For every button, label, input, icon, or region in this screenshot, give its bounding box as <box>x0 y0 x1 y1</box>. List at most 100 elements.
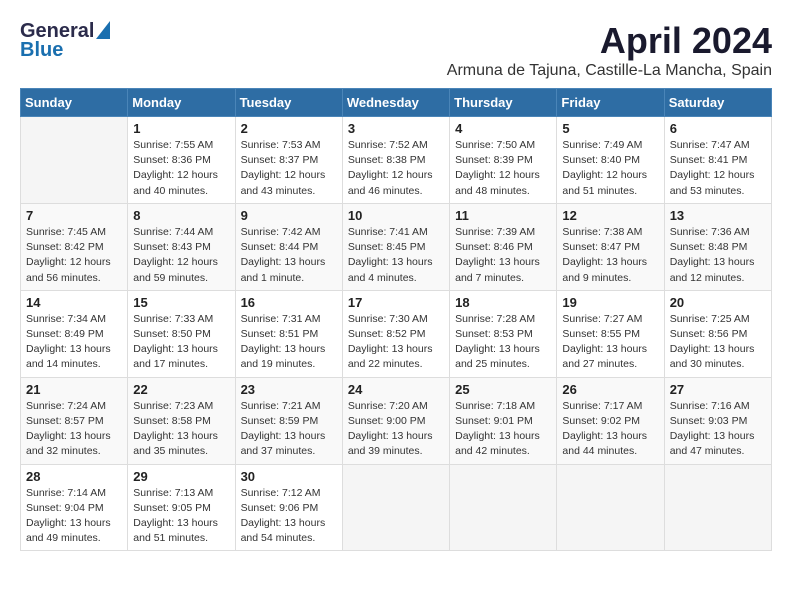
weekday-header: Thursday <box>450 89 557 117</box>
day-number: 14 <box>26 295 122 310</box>
day-number: 5 <box>562 121 658 136</box>
day-info: Sunrise: 7:30 AMSunset: 8:52 PMDaylight:… <box>348 312 444 373</box>
weekday-header: Monday <box>128 89 235 117</box>
calendar-cell: 19Sunrise: 7:27 AMSunset: 8:55 PMDayligh… <box>557 290 664 377</box>
logo: General Blue <box>20 20 110 62</box>
day-number: 3 <box>348 121 444 136</box>
day-info: Sunrise: 7:36 AMSunset: 8:48 PMDaylight:… <box>670 225 766 286</box>
logo-blue: Blue <box>20 39 63 62</box>
day-number: 15 <box>133 295 229 310</box>
day-number: 1 <box>133 121 229 136</box>
calendar-cell <box>21 117 128 204</box>
day-number: 23 <box>241 382 337 397</box>
day-info: Sunrise: 7:47 AMSunset: 8:41 PMDaylight:… <box>670 138 766 199</box>
day-info: Sunrise: 7:55 AMSunset: 8:36 PMDaylight:… <box>133 138 229 199</box>
calendar-cell <box>450 464 557 551</box>
day-info: Sunrise: 7:18 AMSunset: 9:01 PMDaylight:… <box>455 399 551 460</box>
calendar-cell <box>557 464 664 551</box>
day-info: Sunrise: 7:39 AMSunset: 8:46 PMDaylight:… <box>455 225 551 286</box>
calendar-cell: 26 Sunrise: 7:17 AMSunset: 9:02 PMDayligh… <box>557 377 664 464</box>
month-title: April 2024 <box>447 20 772 62</box>
calendar-cell: 30 Sunrise: 7:12 AMSunset: 9:06 PMDayligh… <box>235 464 342 551</box>
calendar-cell: 6 Sunrise: 7:47 AMSunset: 8:41 PMDaylight… <box>664 117 771 204</box>
day-info: Sunrise: 7:17 AMSunset: 9:02 PMDaylight:… <box>562 399 658 460</box>
calendar-cell: 29 Sunrise: 7:13 AMSunset: 9:05 PMDayligh… <box>128 464 235 551</box>
day-info: Sunrise: 7:21 AMSunset: 8:59 PMDaylight:… <box>241 399 337 460</box>
calendar-cell: 8 Sunrise: 7:44 AMSunset: 8:43 PMDaylight… <box>128 203 235 290</box>
calendar-cell: 16Sunrise: 7:31 AMSunset: 8:51 PMDayligh… <box>235 290 342 377</box>
day-number: 8 <box>133 208 229 223</box>
day-info: Sunrise: 7:44 AMSunset: 8:43 PMDaylight:… <box>133 225 229 286</box>
day-info: Sunrise: 7:23 AMSunset: 8:58 PMDaylight:… <box>133 399 229 460</box>
day-info: Sunrise: 7:41 AMSunset: 8:45 PMDaylight:… <box>348 225 444 286</box>
day-info: Sunrise: 7:25 AMSunset: 8:56 PMDaylight:… <box>670 312 766 373</box>
calendar-week-row: 1 Sunrise: 7:55 AMSunset: 8:36 PMDaylight… <box>21 117 772 204</box>
day-info: Sunrise: 7:45 AMSunset: 8:42 PMDaylight:… <box>26 225 122 286</box>
day-info: Sunrise: 7:28 AMSunset: 8:53 PMDaylight:… <box>455 312 551 373</box>
day-number: 24 <box>348 382 444 397</box>
calendar-cell: 7Sunrise: 7:45 AMSunset: 8:42 PMDaylight… <box>21 203 128 290</box>
day-number: 30 <box>241 469 337 484</box>
day-number: 2 <box>241 121 337 136</box>
day-info: Sunrise: 7:16 AMSunset: 9:03 PMDaylight:… <box>670 399 766 460</box>
day-info: Sunrise: 7:33 AMSunset: 8:50 PMDaylight:… <box>133 312 229 373</box>
location-subtitle: Armuna de Tajuna, Castille-La Mancha, Sp… <box>447 62 772 80</box>
calendar-cell: 10 Sunrise: 7:41 AMSunset: 8:45 PMDayligh… <box>342 203 449 290</box>
calendar-table: SundayMondayTuesdayWednesdayThursdayFrid… <box>20 88 772 551</box>
day-number: 11 <box>455 208 551 223</box>
day-number: 6 <box>670 121 766 136</box>
day-number: 10 <box>348 208 444 223</box>
day-number: 29 <box>133 469 229 484</box>
day-info: Sunrise: 7:42 AMSunset: 8:44 PMDaylight:… <box>241 225 337 286</box>
day-number: 25 <box>455 382 551 397</box>
day-info: Sunrise: 7:38 AMSunset: 8:47 PMDaylight:… <box>562 225 658 286</box>
day-number: 28 <box>26 469 122 484</box>
calendar-cell: 5 Sunrise: 7:49 AMSunset: 8:40 PMDaylight… <box>557 117 664 204</box>
calendar-cell: 3 Sunrise: 7:52 AMSunset: 8:38 PMDaylight… <box>342 117 449 204</box>
day-number: 27 <box>670 382 766 397</box>
calendar-cell: 18Sunrise: 7:28 AMSunset: 8:53 PMDayligh… <box>450 290 557 377</box>
calendar-cell: 13 Sunrise: 7:36 AMSunset: 8:48 PMDayligh… <box>664 203 771 290</box>
calendar-week-row: 21Sunrise: 7:24 AMSunset: 8:57 PMDayligh… <box>21 377 772 464</box>
day-info: Sunrise: 7:12 AMSunset: 9:06 PMDaylight:… <box>241 486 337 547</box>
calendar-cell: 15 Sunrise: 7:33 AMSunset: 8:50 PMDayligh… <box>128 290 235 377</box>
weekday-header: Sunday <box>21 89 128 117</box>
calendar-cell <box>342 464 449 551</box>
day-number: 13 <box>670 208 766 223</box>
day-number: 21 <box>26 382 122 397</box>
logo-triangle-icon <box>96 21 110 39</box>
day-info: Sunrise: 7:53 AMSunset: 8:37 PMDaylight:… <box>241 138 337 199</box>
day-info: Sunrise: 7:52 AMSunset: 8:38 PMDaylight:… <box>348 138 444 199</box>
day-info: Sunrise: 7:27 AMSunset: 8:55 PMDaylight:… <box>562 312 658 373</box>
day-info: Sunrise: 7:50 AMSunset: 8:39 PMDaylight:… <box>455 138 551 199</box>
calendar-cell: 27 Sunrise: 7:16 AMSunset: 9:03 PMDayligh… <box>664 377 771 464</box>
calendar-cell: 24 Sunrise: 7:20 AMSunset: 9:00 PMDayligh… <box>342 377 449 464</box>
calendar-week-row: 28 Sunrise: 7:14 AMSunset: 9:04 PMDayligh… <box>21 464 772 551</box>
calendar-cell: 22 Sunrise: 7:23 AMSunset: 8:58 PMDayligh… <box>128 377 235 464</box>
day-number: 22 <box>133 382 229 397</box>
day-info: Sunrise: 7:49 AMSunset: 8:40 PMDaylight:… <box>562 138 658 199</box>
weekday-header: Tuesday <box>235 89 342 117</box>
weekday-header: Friday <box>557 89 664 117</box>
day-info: Sunrise: 7:14 AMSunset: 9:04 PMDaylight:… <box>26 486 122 547</box>
weekday-header: Saturday <box>664 89 771 117</box>
day-number: 9 <box>241 208 337 223</box>
day-number: 26 <box>562 382 658 397</box>
calendar-cell: 2 Sunrise: 7:53 AMSunset: 8:37 PMDaylight… <box>235 117 342 204</box>
day-number: 12 <box>562 208 658 223</box>
calendar-week-row: 7Sunrise: 7:45 AMSunset: 8:42 PMDaylight… <box>21 203 772 290</box>
calendar-cell <box>664 464 771 551</box>
calendar-cell: 20 Sunrise: 7:25 AMSunset: 8:56 PMDayligh… <box>664 290 771 377</box>
weekday-header: Wednesday <box>342 89 449 117</box>
calendar-cell: 1 Sunrise: 7:55 AMSunset: 8:36 PMDaylight… <box>128 117 235 204</box>
day-number: 16 <box>241 295 337 310</box>
calendar-cell: 23 Sunrise: 7:21 AMSunset: 8:59 PMDayligh… <box>235 377 342 464</box>
title-area: April 2024 Armuna de Tajuna, Castille-La… <box>447 20 772 80</box>
day-info: Sunrise: 7:20 AMSunset: 9:00 PMDaylight:… <box>348 399 444 460</box>
calendar-cell: 14Sunrise: 7:34 AMSunset: 8:49 PMDayligh… <box>21 290 128 377</box>
day-info: Sunrise: 7:13 AMSunset: 9:05 PMDaylight:… <box>133 486 229 547</box>
calendar-cell: 17 Sunrise: 7:30 AMSunset: 8:52 PMDayligh… <box>342 290 449 377</box>
day-number: 20 <box>670 295 766 310</box>
day-number: 17 <box>348 295 444 310</box>
day-number: 4 <box>455 121 551 136</box>
